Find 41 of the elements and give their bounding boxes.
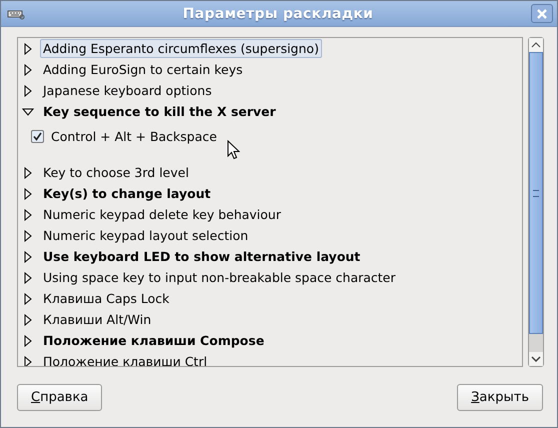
option-group-label[interactable]: Numeric keypad delete key behaviour (40, 205, 284, 224)
collapsed-arrow-icon[interactable] (22, 64, 34, 76)
collapsed-arrow-icon[interactable] (22, 356, 34, 366)
collapsed-arrow-icon[interactable] (22, 334, 34, 346)
option-group-label[interactable]: Клавиша Caps Lock (40, 289, 172, 308)
option-group-label[interactable]: Положение клавиши Ctrl (40, 352, 210, 366)
option-group-label[interactable]: Клавиши Alt/Win (40, 310, 154, 329)
collapsed-arrow-icon[interactable] (22, 314, 34, 326)
option-group-label[interactable]: Key sequence to kill the X server (40, 102, 279, 121)
collapsed-arrow-icon[interactable] (22, 208, 34, 220)
mouse-pointer-icon (227, 140, 240, 160)
collapsed-arrow-icon[interactable] (22, 250, 34, 262)
collapsed-arrow-icon[interactable] (22, 42, 34, 54)
scroll-thumb[interactable] (529, 52, 543, 334)
close-button[interactable] (531, 4, 553, 23)
option-label: Control + Alt + Backspace (51, 129, 217, 144)
keyboard-icon (7, 8, 25, 20)
option-group-label[interactable]: Use keyboard LED to show alternative layout (40, 247, 364, 266)
collapsed-arrow-icon[interactable] (22, 292, 34, 304)
option-group-label[interactable]: Using space key to input non-breakable space character (40, 268, 399, 287)
checkbox[interactable] (31, 130, 44, 143)
collapsed-arrow-icon[interactable] (22, 230, 34, 242)
help-button[interactable]: Справка (17, 384, 102, 411)
close-dialog-button[interactable]: Закрыть (457, 384, 543, 411)
collapsed-arrow-icon[interactable] (22, 84, 34, 96)
option-group-label[interactable]: Положение клавиши Compose (40, 331, 268, 350)
collapsed-arrow-icon[interactable] (22, 272, 34, 284)
scroll-down-button[interactable] (529, 352, 543, 366)
scroll-up-button[interactable] (529, 38, 543, 52)
option-group-label[interactable]: Adding Esperanto circumflexes (supersigno) (40, 39, 322, 58)
option-group-label[interactable]: Adding EuroSign to certain keys (40, 60, 246, 79)
expanded-arrow-icon[interactable] (22, 106, 34, 118)
close-icon (536, 8, 548, 20)
option-group-label[interactable]: Numeric keypad layout selection (40, 226, 252, 245)
window-title: Параметры раскладки (182, 6, 374, 22)
collapsed-arrow-icon[interactable] (22, 188, 34, 200)
option-group-label[interactable]: Key(s) to change layout (40, 184, 214, 203)
collapsed-arrow-icon[interactable] (22, 166, 34, 178)
scrollbar[interactable] (528, 37, 544, 367)
option-group-label[interactable]: Key to choose 3rd level (40, 163, 192, 182)
option-group-label[interactable]: Japanese keyboard options (40, 81, 215, 100)
